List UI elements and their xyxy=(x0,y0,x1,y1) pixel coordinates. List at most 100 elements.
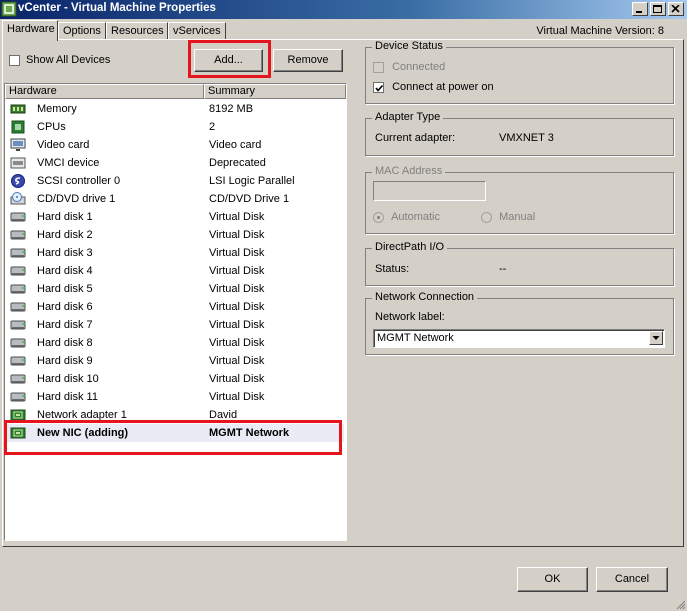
table-row[interactable]: Hard disk 10 Virtual Disk xyxy=(5,370,344,388)
hardware-summary: 8192 MB xyxy=(209,103,254,115)
table-row[interactable]: Hard disk 5 Virtual Disk xyxy=(5,280,344,298)
checkmark-icon xyxy=(375,84,384,92)
connected-checkbox-box[interactable] xyxy=(373,61,384,73)
current-adapter-label: Current adapter: xyxy=(375,132,456,144)
resize-grip-icon[interactable] xyxy=(676,600,686,610)
automatic-radio[interactable]: Automatic xyxy=(373,211,440,223)
hardware-name: Hard disk 2 xyxy=(37,229,93,241)
hardware-summary: Virtual Disk xyxy=(209,355,265,367)
connected-label: Connected xyxy=(392,61,446,73)
minimize-button[interactable] xyxy=(632,2,648,16)
hardware-name: Video card xyxy=(37,139,90,151)
hardware-summary: CD/DVD Drive 1 xyxy=(209,193,290,205)
connected-checkbox[interactable]: Connected xyxy=(373,61,445,73)
hardware-summary: Virtual Disk xyxy=(209,337,265,349)
manual-label: Manual xyxy=(499,211,536,223)
minimize-icon xyxy=(636,11,642,13)
mac-address-input[interactable] xyxy=(373,181,486,201)
checkbox-box[interactable] xyxy=(9,54,20,66)
table-row[interactable]: Hard disk 3 Virtual Disk xyxy=(5,244,344,262)
monitor-icon xyxy=(10,138,26,151)
add-button[interactable]: Add... xyxy=(194,49,263,72)
tab-options[interactable]: Options xyxy=(58,22,106,40)
hardware-summary: Video card xyxy=(209,139,262,151)
hard-disk-icon xyxy=(10,212,26,222)
hard-disk-icon xyxy=(10,302,26,312)
table-row[interactable]: Network adapter 1 David xyxy=(5,406,344,424)
hardware-summary: Virtual Disk xyxy=(209,373,265,385)
hardware-name: CD/DVD drive 1 xyxy=(37,193,116,205)
hardware-list[interactable]: Hardware Summary Memory 8192 MB CPUs 2 Video… xyxy=(4,83,347,541)
table-row[interactable]: Hard disk 9 Virtual Disk xyxy=(5,352,344,370)
table-row[interactable]: New NIC (adding) MGMT Network xyxy=(5,424,344,442)
tab-hardware[interactable]: Hardware xyxy=(2,20,58,41)
hard-disk-icon xyxy=(10,338,26,348)
hardware-name: Memory xyxy=(37,103,77,115)
table-row[interactable]: Hard disk 11 Virtual Disk xyxy=(5,388,344,406)
directpath-status-value: -- xyxy=(499,263,507,275)
hardware-name: Network adapter 1 xyxy=(37,409,127,421)
hard-disk-icon xyxy=(10,320,26,330)
network-label-dropdown[interactable]: MGMT Network xyxy=(373,329,665,348)
network-label-selected: MGMT Network xyxy=(377,332,454,344)
table-row[interactable]: CD/DVD drive 1 CD/DVD Drive 1 xyxy=(5,190,344,208)
table-row[interactable]: Hard disk 2 Virtual Disk xyxy=(5,226,344,244)
network-card-icon xyxy=(10,409,26,421)
table-row[interactable]: Memory 8192 MB xyxy=(5,100,344,118)
directpath-group: DirectPath I/O xyxy=(365,241,674,286)
hardware-summary: David xyxy=(209,409,238,421)
close-button[interactable] xyxy=(668,2,684,16)
hardware-summary: 2 xyxy=(209,121,216,133)
hardware-name: Hard disk 3 xyxy=(37,247,93,259)
automatic-radio-button[interactable] xyxy=(373,211,384,223)
table-row[interactable]: SCSI controller 0 LSI Logic Parallel xyxy=(5,172,344,190)
hardware-summary: Virtual Disk xyxy=(209,211,265,223)
tab-resources[interactable]: Resources xyxy=(106,22,168,40)
manual-radio[interactable]: Manual xyxy=(481,211,535,223)
show-all-devices-checkbox[interactable]: Show All Devices xyxy=(9,54,110,66)
device-icon xyxy=(10,157,26,169)
hardware-summary: Virtual Disk xyxy=(209,229,265,241)
hardware-name: Hard disk 10 xyxy=(37,373,99,385)
hard-disk-icon xyxy=(10,230,26,240)
tab-vservices[interactable]: vServices xyxy=(168,22,226,40)
table-row[interactable]: CPUs 2 xyxy=(5,118,344,136)
connect-at-power-on-checkbox[interactable]: Connect at power on xyxy=(373,81,494,93)
hard-disk-icon xyxy=(10,392,26,402)
hardware-summary: MGMT Network xyxy=(209,427,290,439)
hardware-summary: Virtual Disk xyxy=(209,319,265,331)
table-row[interactable]: Hard disk 6 Virtual Disk xyxy=(5,298,344,316)
network-card-icon xyxy=(10,427,26,439)
cpu-icon xyxy=(11,120,25,134)
hardware-summary: Virtual Disk xyxy=(209,301,265,313)
table-row[interactable]: VMCI device Deprecated xyxy=(5,154,344,172)
automatic-label: Automatic xyxy=(391,211,440,223)
table-row[interactable]: Hard disk 1 Virtual Disk xyxy=(5,208,344,226)
column-header-summary[interactable]: Summary xyxy=(204,84,346,99)
column-header-hardware[interactable]: Hardware xyxy=(5,84,204,99)
connect-at-power-on-box[interactable] xyxy=(373,81,384,93)
maximize-icon xyxy=(653,5,662,13)
title-bar[interactable]: vCenter - Virtual Machine Properties xyxy=(0,0,687,19)
table-row[interactable]: Hard disk 7 Virtual Disk xyxy=(5,316,344,334)
ok-button[interactable]: OK xyxy=(517,567,588,592)
hardware-name: Hard disk 9 xyxy=(37,355,93,367)
table-row[interactable]: Hard disk 4 Virtual Disk xyxy=(5,262,344,280)
device-status-group: Device Status xyxy=(365,40,674,104)
cancel-button[interactable]: Cancel xyxy=(596,567,668,592)
table-row[interactable]: Hard disk 8 Virtual Disk xyxy=(5,334,344,352)
dropdown-arrow-button[interactable] xyxy=(649,331,663,345)
hard-disk-icon xyxy=(10,248,26,258)
remove-button[interactable]: Remove xyxy=(273,49,343,72)
table-row[interactable]: Video card Video card xyxy=(5,136,344,154)
adapter-type-legend: Adapter Type xyxy=(372,111,444,123)
hard-disk-icon xyxy=(10,266,26,276)
hard-disk-icon xyxy=(10,356,26,366)
maximize-button[interactable] xyxy=(650,2,666,16)
device-status-legend: Device Status xyxy=(372,40,446,52)
manual-radio-button[interactable] xyxy=(481,211,492,223)
hardware-list-header: Hardware Summary xyxy=(5,84,346,99)
hardware-summary: Deprecated xyxy=(209,157,266,169)
memory-icon xyxy=(10,104,26,114)
hardware-summary: Virtual Disk xyxy=(209,391,265,403)
